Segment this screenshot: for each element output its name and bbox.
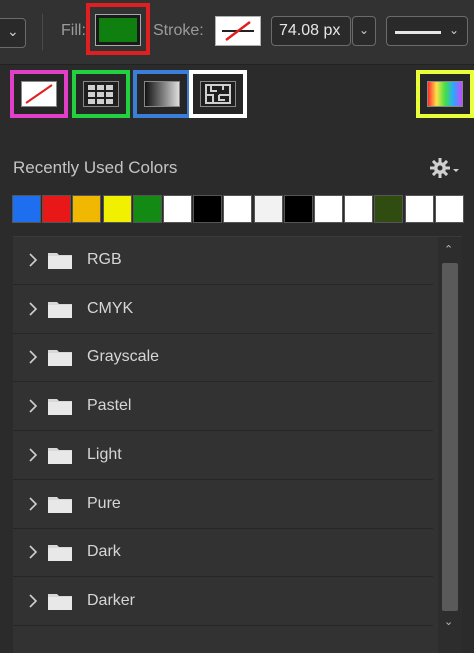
swatch-group-name: Grayscale (87, 348, 160, 366)
swatch-group-row[interactable]: Pastel (13, 383, 433, 432)
chevron-down-icon: ⌄ (7, 23, 19, 39)
recent-swatch[interactable] (344, 195, 374, 223)
gear-icon[interactable] (430, 156, 460, 180)
chevron-right-icon[interactable] (27, 348, 39, 366)
recent-swatch[interactable] (314, 195, 343, 223)
recent-swatch[interactable] (374, 195, 404, 223)
swatch-group-row[interactable]: Darker (13, 578, 433, 626)
pattern-icon (200, 81, 236, 107)
stroke-label: Stroke: (153, 22, 204, 39)
folder-icon (48, 447, 72, 464)
stroke-width-field[interactable]: 74.08 px (271, 16, 351, 46)
swatch-group-row[interactable]: Pure (13, 481, 433, 529)
solid-line-icon (395, 31, 441, 34)
chevron-right-icon[interactable] (27, 543, 39, 561)
swatch-group-row[interactable]: Dark (13, 529, 433, 578)
swatch-groups-list: RGB CMYK Grayscale Pastel Light Pure Dark Darke… (13, 236, 462, 653)
pattern-button[interactable] (189, 70, 247, 118)
recent-swatch[interactable] (72, 195, 102, 223)
swatch-group-name: Pastel (87, 397, 132, 415)
fill-color-swatch[interactable] (95, 14, 141, 46)
solid-color-button[interactable] (72, 70, 130, 118)
swatch-group-row[interactable]: Light (13, 432, 433, 480)
chevron-down-icon: ⌄ (359, 23, 370, 37)
scroll-down-icon[interactable]: ⌄ (444, 615, 453, 628)
recent-swatch[interactable] (163, 195, 192, 223)
recent-swatch[interactable] (404, 195, 434, 223)
chevron-down-icon: ⌄ (449, 23, 460, 37)
scrollbar[interactable]: ⌃ ⌄ (438, 237, 462, 653)
swatch-group-row[interactable]: RGB (13, 237, 433, 285)
chevron-right-icon[interactable] (27, 300, 39, 318)
gradient-icon (144, 81, 180, 107)
stroke-width-value: 74.08 px (279, 22, 341, 39)
recent-swatch[interactable] (283, 195, 313, 223)
swatch-group-name: Light (87, 445, 122, 463)
folder-icon (48, 399, 72, 416)
stroke-type-dropdown[interactable]: ⌄ (386, 16, 468, 46)
recent-swatch[interactable] (12, 195, 41, 223)
fill-color-preview (99, 18, 137, 42)
scrollbar-thumb[interactable] (442, 263, 458, 611)
scroll-up-icon[interactable]: ⌃ (444, 243, 453, 256)
recent-swatch[interactable] (223, 195, 253, 223)
stroke-width-dropdown[interactable]: ⌄ (352, 16, 376, 46)
chevron-right-icon[interactable] (27, 446, 39, 464)
folder-icon (48, 301, 72, 318)
tool-preset-dropdown[interactable]: ⌄ (0, 18, 26, 48)
chevron-right-icon[interactable] (27, 592, 39, 610)
toolbar-divider (42, 14, 43, 50)
gradient-button[interactable] (133, 70, 191, 118)
chevron-right-icon[interactable] (27, 251, 39, 269)
no-color-icon (21, 81, 57, 107)
color-picker-icon (427, 81, 463, 107)
fill-label: Fill: (61, 22, 86, 39)
folder-icon (48, 496, 72, 513)
swatch-group-name: Darker (87, 591, 136, 609)
swatch-group-name: RGB (87, 251, 122, 268)
options-toolbar: ⌄ Fill: Stroke: 74.08 px ⌄ ⌄ (0, 0, 474, 65)
swatch-group-row[interactable]: CMYK (13, 286, 433, 334)
chevron-right-icon[interactable] (27, 397, 39, 415)
folder-icon (48, 545, 72, 562)
swatch-group-name: CMYK (87, 299, 134, 317)
recent-swatch[interactable] (253, 195, 283, 223)
color-picker-button[interactable] (416, 70, 474, 118)
recent-swatch[interactable] (102, 195, 132, 223)
folder-icon (48, 253, 72, 269)
recent-swatch[interactable] (434, 195, 464, 223)
recent-swatch[interactable] (42, 195, 72, 223)
stroke-color-swatch[interactable] (215, 16, 261, 46)
folder-icon (48, 350, 72, 367)
recent-swatch[interactable] (193, 195, 223, 223)
folder-icon (48, 593, 72, 610)
no-stroke-icon (222, 21, 254, 41)
recent-colors-title: Recently Used Colors (13, 158, 178, 177)
solid-color-grid-icon (83, 81, 119, 107)
swatch-group-name: Dark (87, 543, 121, 561)
chevron-right-icon[interactable] (27, 495, 39, 513)
no-color-button[interactable] (10, 70, 68, 118)
swatch-group-row[interactable]: Grayscale (13, 334, 433, 383)
recent-swatch[interactable] (132, 195, 162, 223)
swatch-group-name: Pure (87, 494, 121, 512)
